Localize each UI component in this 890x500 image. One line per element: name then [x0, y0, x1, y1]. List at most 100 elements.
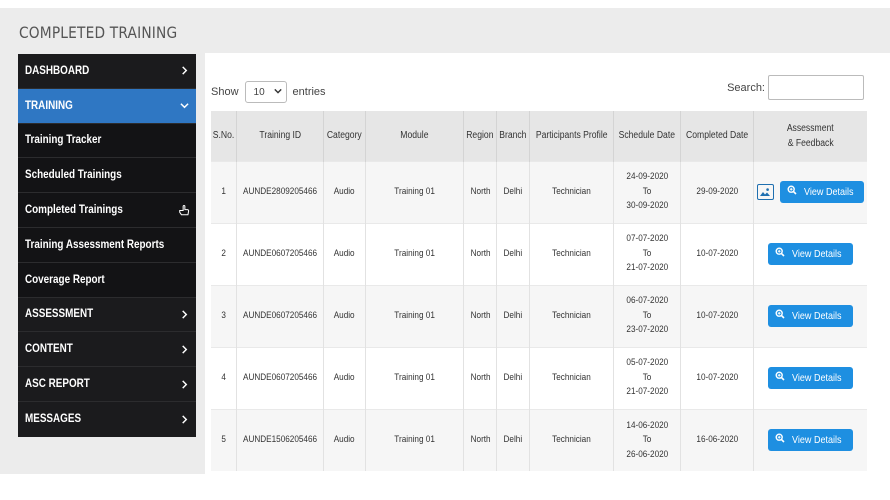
cell-completed-date: 10-07-2020 — [680, 346, 754, 409]
sidebar-item-label: ASSESSMENT — [25, 308, 94, 321]
sidebar-item-label: CONTENT — [25, 343, 73, 356]
page-title: COMPLETED TRAINING — [19, 23, 178, 42]
search-plus-icon — [775, 247, 785, 262]
sidebar-item-content[interactable]: CONTENT — [18, 332, 196, 368]
cell-branch: Delhi — [496, 408, 530, 471]
col-header-schedule-date[interactable]: Schedule Date — [613, 111, 681, 161]
show-label: Show — [211, 86, 239, 98]
cell-schedule-date: 07-07-2020 To 21-07-2020 — [613, 222, 681, 285]
cell-completed-date: 16-06-2020 — [680, 408, 754, 471]
sidebar-item-training[interactable]: TRAINING — [18, 88, 196, 124]
cell-category: Audio — [323, 346, 366, 409]
cell-branch: Delhi — [496, 346, 530, 409]
cell-category: Audio — [323, 408, 366, 471]
cell-sno: 2 — [211, 222, 238, 285]
view-details-button[interactable]: View Details — [768, 305, 853, 327]
sidebar-item-training-tracker[interactable]: Training Tracker — [18, 123, 196, 159]
sidebar-item-label: Scheduled Trainings — [25, 169, 122, 182]
view-details-label: View Details — [792, 309, 842, 322]
sidebar: DASHBOARD TRAINING Training Tracker Sche… — [18, 54, 196, 437]
completed-training-table: S.No. Training ID Category Module Region… — [211, 111, 867, 471]
content-panel: Show 10 entries Search: S.No. Training I… — [205, 53, 890, 474]
search-plus-icon — [775, 433, 785, 448]
entries-value: 10 — [253, 86, 265, 98]
sidebar-item-label: Completed Trainings — [25, 204, 123, 217]
sidebar-item-asc-report[interactable]: ASC REPORT — [18, 367, 196, 402]
sidebar-item-scheduled-trainings[interactable]: Scheduled Trainings — [18, 158, 196, 194]
cell-assessment-feedback: View Details — [753, 160, 867, 223]
cell-participants-profile: Technician — [529, 408, 615, 471]
col-header-participants-profile[interactable]: Participants Profile — [529, 111, 615, 161]
view-details-button[interactable]: View Details — [779, 181, 865, 203]
cell-participants-profile: Technician — [529, 160, 615, 223]
col-header-branch[interactable]: Branch — [496, 111, 530, 161]
cell-schedule-date: 05-07-2020 To 21-07-2020 — [613, 346, 681, 409]
cell-region: North — [463, 346, 497, 409]
cell-schedule-date: 06-07-2020 To 23-07-2020 — [613, 284, 681, 347]
chevron-right-icon — [178, 413, 190, 425]
view-details-button[interactable]: View Details — [768, 367, 853, 389]
view-details-label: View Details — [792, 247, 842, 260]
cell-sno: 5 — [211, 408, 238, 471]
entries-select[interactable]: 10 — [244, 81, 287, 103]
col-header-region[interactable]: Region — [463, 111, 497, 161]
sidebar-item-coverage-report[interactable]: Coverage Report — [18, 262, 196, 298]
cell-module: Training 01 — [365, 284, 465, 347]
sidebar-item-training-assessment-reports[interactable]: Training Assessment Reports — [18, 227, 196, 263]
cell-training-id: AUNDE0607205466 — [236, 346, 325, 409]
chevron-down-icon — [273, 87, 282, 98]
cell-region: North — [463, 160, 497, 223]
sidebar-item-label: TRAINING — [25, 99, 73, 112]
chevron-down-icon — [178, 100, 190, 112]
col-header-assessment-feedback[interactable]: Assessment & Feedback — [753, 111, 867, 161]
col-header-completed-date[interactable]: Completed Date — [680, 111, 754, 161]
entries-control: Show 10 entries — [211, 81, 326, 103]
cell-region: North — [463, 284, 497, 347]
cell-participants-profile: Technician — [529, 222, 615, 285]
view-details-label: View Details — [792, 371, 842, 384]
sidebar-item-label: Training Tracker — [25, 134, 102, 147]
cell-training-id: AUNDE2809205466 — [236, 160, 325, 223]
cell-module: Training 01 — [365, 346, 465, 409]
cell-category: Audio — [323, 284, 366, 347]
search-plus-icon — [787, 185, 797, 200]
cell-module: Training 01 — [365, 222, 465, 285]
sidebar-item-messages[interactable]: MESSAGES — [18, 402, 196, 437]
sidebar-item-completed-trainings[interactable]: Completed Trainings — [18, 193, 196, 228]
table-row: 5 AUNDE1506205466 Audio Training 01 Nort… — [211, 408, 867, 471]
sidebar-item-label: Training Assessment Reports — [25, 238, 165, 251]
search-label: Search: — [727, 81, 765, 94]
cell-sno: 1 — [211, 160, 238, 223]
cell-sno: 3 — [211, 284, 238, 347]
col-header-training-id[interactable]: Training ID — [236, 111, 325, 161]
sidebar-item-label: DASHBOARD — [25, 64, 90, 77]
col-header-sno[interactable]: S.No. — [211, 111, 238, 161]
search-input[interactable] — [768, 75, 864, 100]
cell-schedule-date: 14-06-2020 To 26-06-2020 — [613, 408, 681, 471]
sidebar-item-label: MESSAGES — [25, 413, 82, 426]
cell-branch: Delhi — [496, 284, 530, 347]
cell-sno: 4 — [211, 346, 238, 409]
view-details-button[interactable]: View Details — [768, 243, 853, 265]
cell-participants-profile: Technician — [529, 284, 615, 347]
cell-completed-date: 29-09-2020 — [680, 160, 754, 223]
cell-module: Training 01 — [365, 160, 465, 223]
cell-completed-date: 10-07-2020 — [680, 284, 754, 347]
cell-branch: Delhi — [496, 160, 530, 223]
table-row: 3 AUNDE0607205466 Audio Training 01 Nort… — [211, 284, 867, 347]
cell-assessment-feedback: View Details — [753, 408, 867, 471]
cell-branch: Delhi — [496, 222, 530, 285]
view-details-label: View Details — [803, 185, 854, 198]
chevron-right-icon — [178, 308, 190, 320]
cell-category: Audio — [323, 222, 366, 285]
cell-training-id: AUNDE0607205466 — [236, 284, 325, 347]
col-header-category[interactable]: Category — [323, 111, 366, 161]
chevron-right-icon — [178, 343, 190, 355]
cell-assessment-feedback: View Details — [753, 346, 867, 409]
sidebar-item-assessment[interactable]: ASSESSMENT — [18, 298, 196, 333]
sidebar-item-dashboard[interactable]: DASHBOARD — [18, 54, 196, 89]
image-icon[interactable] — [756, 184, 774, 200]
view-details-button[interactable]: View Details — [768, 429, 853, 452]
col-header-module[interactable]: Module — [365, 111, 465, 161]
table-row: 1 AUNDE2809205466 Audio Training 01 Nort… — [211, 160, 867, 223]
